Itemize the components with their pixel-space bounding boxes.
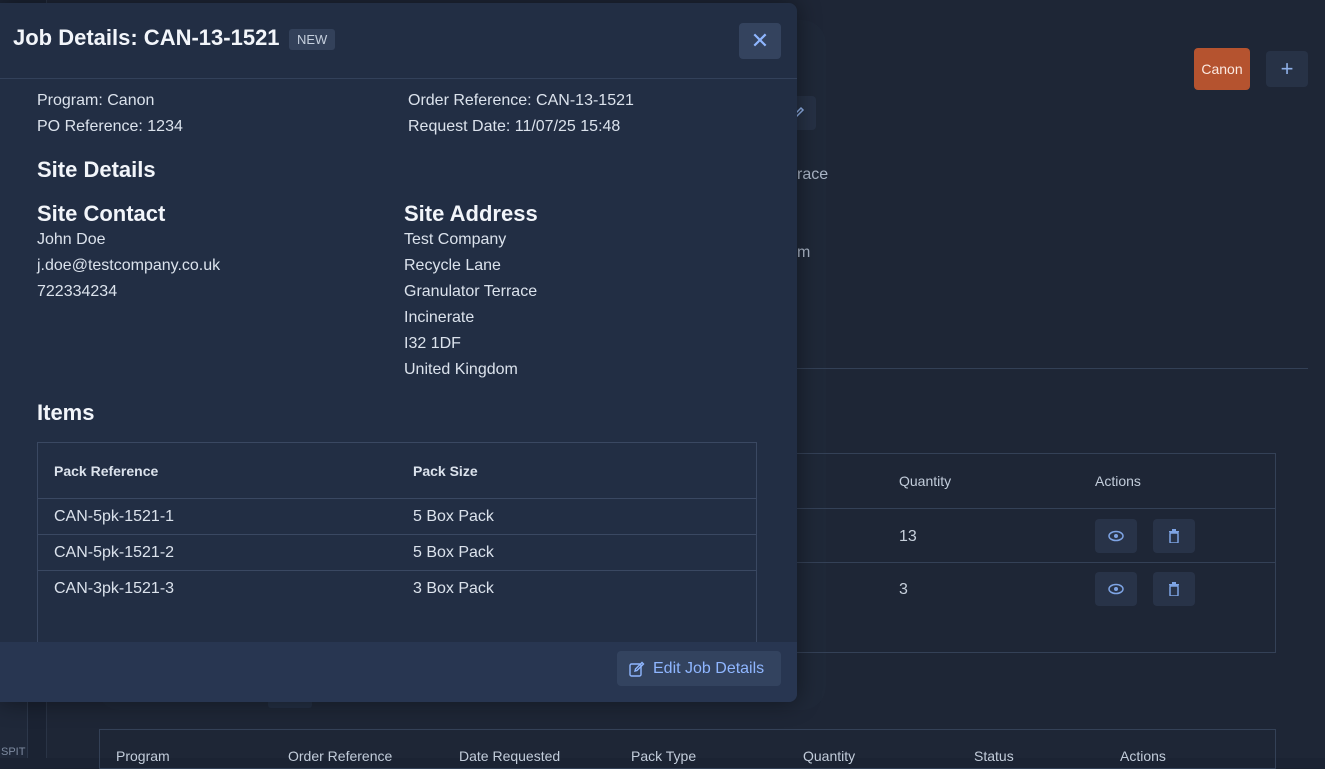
row-divider bbox=[38, 534, 756, 535]
table-header-program: Program bbox=[116, 748, 170, 764]
address-line: I32 1DF bbox=[404, 335, 461, 353]
table-header-quantity: Quantity bbox=[899, 473, 951, 489]
items-heading: Items bbox=[37, 400, 94, 426]
address-line: Granulator Terrace bbox=[404, 283, 537, 301]
background-text-fragment: race bbox=[797, 166, 828, 184]
table-header-date-requested: Date Requested bbox=[459, 748, 560, 764]
contact-email: j.doe@testcompany.co.uk bbox=[37, 257, 220, 275]
modal-title: Job Details: CAN-13-1521 bbox=[13, 25, 280, 51]
table-header-pack-reference: Pack Reference bbox=[54, 463, 158, 479]
request-date-text: Request Date: 11/07/25 15:48 bbox=[408, 118, 620, 136]
sidebar-text: SPIT bbox=[1, 746, 25, 758]
delete-button[interactable] bbox=[1153, 572, 1195, 606]
add-button[interactable]: + bbox=[1266, 51, 1308, 87]
address-line: Recycle Lane bbox=[404, 257, 501, 275]
row-divider bbox=[797, 508, 1275, 509]
eye-icon bbox=[1108, 530, 1124, 542]
table-header-status: Status bbox=[974, 748, 1014, 764]
contact-phone: 722334234 bbox=[37, 283, 117, 301]
pack-reference-cell: CAN-5pk-1521-1 bbox=[54, 508, 174, 526]
table-header-actions: Actions bbox=[1120, 748, 1166, 764]
divider bbox=[797, 368, 1308, 369]
row-divider bbox=[38, 570, 756, 571]
address-line: Incinerate bbox=[404, 309, 474, 327]
table-header-actions: Actions bbox=[1095, 473, 1141, 489]
background-table bbox=[797, 453, 1276, 653]
delete-button[interactable] bbox=[1153, 519, 1195, 553]
quantity-cell: 13 bbox=[899, 528, 917, 546]
background-text-fragment: m bbox=[797, 244, 810, 262]
table-header-pack-type: Pack Type bbox=[631, 748, 696, 764]
edit-job-details-button[interactable]: Edit Job Details bbox=[617, 651, 781, 686]
pack-reference-cell: CAN-3pk-1521-3 bbox=[54, 580, 174, 598]
eye-icon bbox=[1108, 583, 1124, 595]
site-details-heading: Site Details bbox=[37, 157, 156, 183]
site-address-heading: Site Address bbox=[404, 201, 538, 227]
trash-icon bbox=[1168, 529, 1180, 543]
canon-button[interactable]: Canon bbox=[1194, 48, 1250, 90]
table-header-pack-size: Pack Size bbox=[413, 463, 478, 479]
row-divider bbox=[38, 498, 756, 499]
trash-icon bbox=[1168, 582, 1180, 596]
pack-reference-cell: CAN-5pk-1521-2 bbox=[54, 544, 174, 562]
view-button[interactable] bbox=[1095, 519, 1137, 553]
view-button[interactable] bbox=[1095, 572, 1137, 606]
program-text: Program: Canon bbox=[37, 92, 154, 110]
contact-name: John Doe bbox=[37, 231, 106, 249]
pack-size-cell: 3 Box Pack bbox=[413, 580, 494, 598]
table-header-order-reference: Order Reference bbox=[288, 748, 392, 764]
pack-size-cell: 5 Box Pack bbox=[413, 508, 494, 526]
row-divider bbox=[797, 562, 1275, 563]
po-reference-text: PO Reference: 1234 bbox=[37, 118, 183, 136]
edit-icon bbox=[629, 661, 645, 677]
site-contact-heading: Site Contact bbox=[37, 201, 165, 227]
quantity-cell: 3 bbox=[899, 581, 908, 599]
modal-header: Job Details: CAN-13-1521 NEW ✕ bbox=[0, 3, 797, 79]
order-reference-text: Order Reference: CAN-13-1521 bbox=[408, 92, 634, 110]
address-line: United Kingdom bbox=[404, 361, 518, 379]
job-details-modal: Job Details: CAN-13-1521 NEW ✕ Program: … bbox=[0, 3, 797, 702]
address-line: Test Company bbox=[404, 231, 506, 249]
table-header-quantity: Quantity bbox=[803, 748, 855, 764]
status-badge: NEW bbox=[289, 29, 335, 50]
edit-button-label: Edit Job Details bbox=[653, 660, 764, 678]
close-button[interactable]: ✕ bbox=[739, 23, 781, 59]
pack-size-cell: 5 Box Pack bbox=[413, 544, 494, 562]
